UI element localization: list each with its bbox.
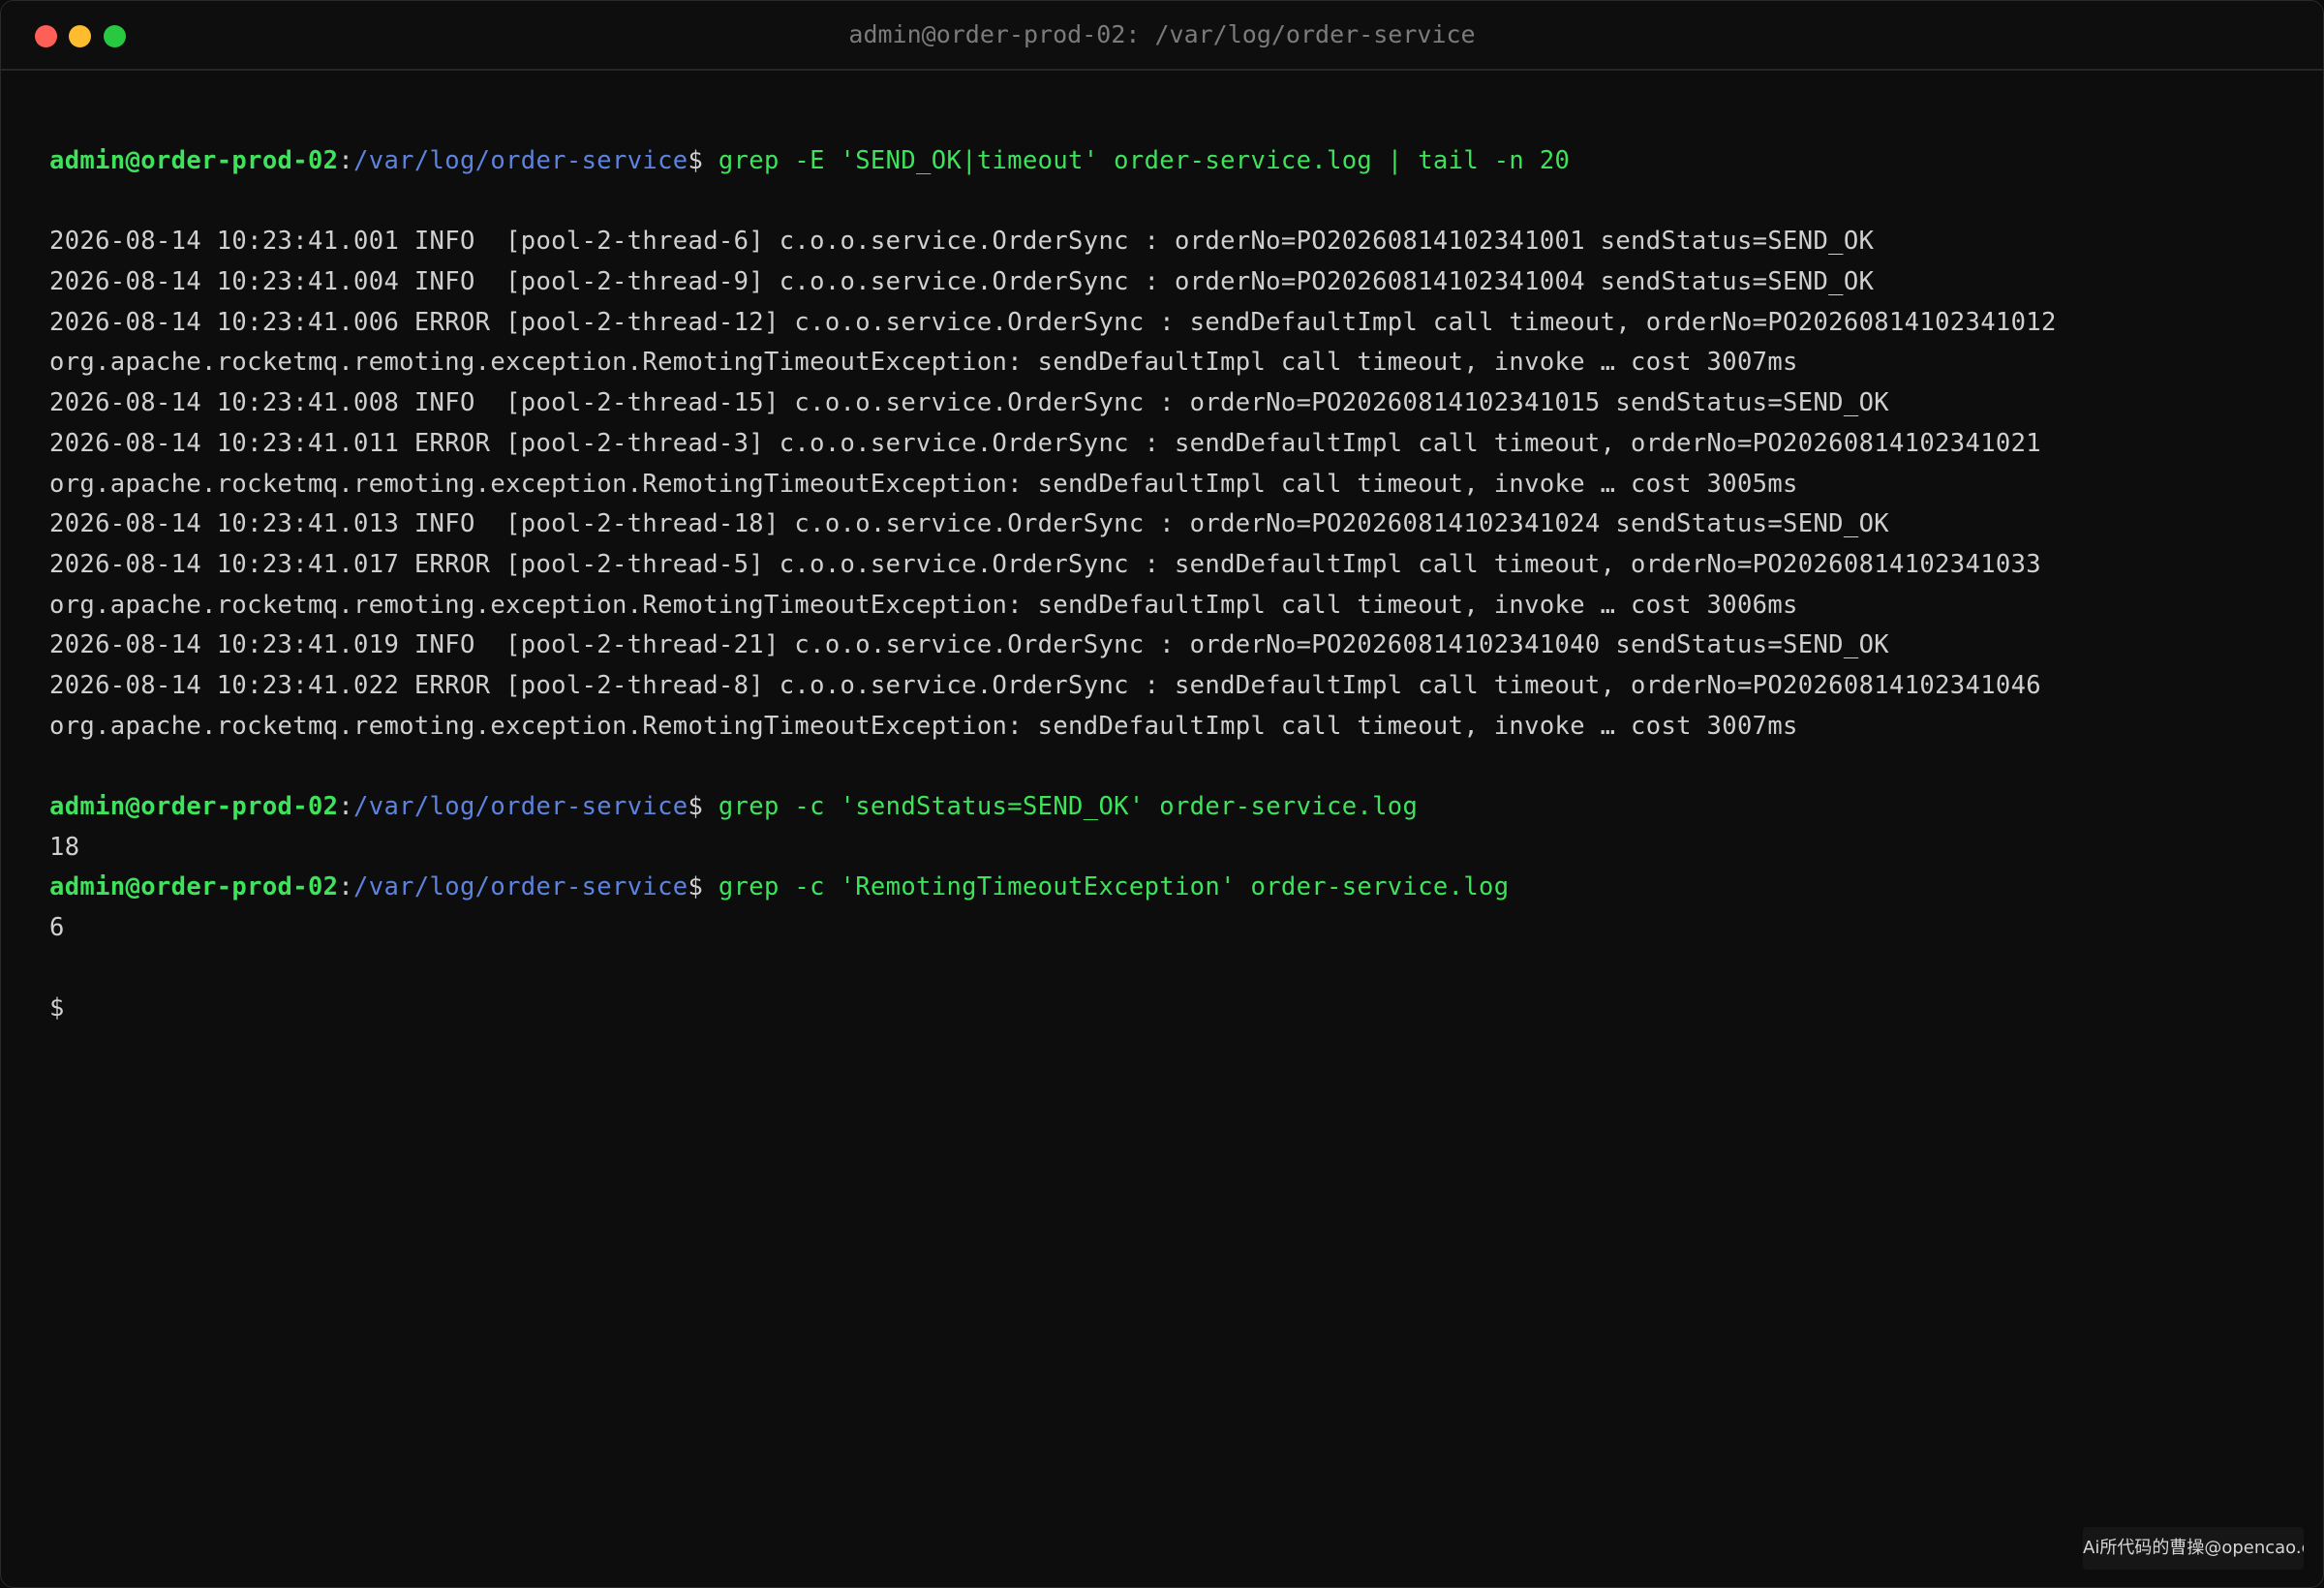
output-line: 2026-08-14 10:23:41.011 ERROR [pool-2-th… (49, 424, 2284, 465)
command-line: admin@order-prod-02:/var/log/order-servi… (49, 787, 2284, 828)
terminal-window: admin@order-prod-02: /var/log/order-serv… (0, 0, 2324, 1588)
prompt-user-host: admin@order-prod-02 (49, 792, 339, 821)
output-text: 2026-08-14 10:23:41.022 ERROR [pool-2-th… (49, 670, 2041, 700)
output-text: 2026-08-14 10:23:41.001 INFO [pool-2-thr… (49, 227, 1875, 257)
output-text: org.apache.rocketmq.remoting.exception.R… (49, 590, 1798, 620)
command-line: $ (49, 989, 2284, 1029)
output-text: 2026-08-14 10:23:41.006 ERROR [pool-2-th… (49, 307, 2057, 337)
output-line: org.apache.rocketmq.remoting.exception.R… (49, 707, 2284, 748)
prompt-separator: : (338, 792, 354, 821)
prompt-symbol: $ (688, 872, 704, 902)
output-line: org.apache.rocketmq.remoting.exception.R… (49, 586, 2284, 626)
output-text: 2026-08-14 10:23:41.019 INFO [pool-2-thr… (49, 630, 1889, 660)
output-line: 2026-08-14 10:23:41.004 INFO [pool-2-thr… (49, 262, 2284, 303)
window-title: admin@order-prod-02: /var/log/order-serv… (848, 20, 1476, 48)
prompt-user-host: admin@order-prod-02 (49, 146, 339, 175)
command-text: grep -E 'SEND_OK|timeout' order-service.… (703, 146, 1571, 175)
prompt-symbol: $ (688, 792, 704, 821)
output-line: 2026-08-14 10:23:41.006 ERROR [pool-2-th… (49, 303, 2284, 344)
output-line: 6 (49, 908, 2284, 949)
output-text: 6 (49, 913, 65, 943)
command-text: grep -c 'sendStatus=SEND_OK' order-servi… (703, 792, 1419, 821)
output-line: 2026-08-14 10:23:41.017 ERROR [pool-2-th… (49, 545, 2284, 586)
output-text: 2026-08-14 10:23:41.004 INFO [pool-2-thr… (49, 267, 1875, 297)
prompt-path: /var/log/order-service (353, 792, 688, 821)
output-text: org.apache.rocketmq.remoting.exception.R… (49, 711, 1798, 741)
output-line: 18 (49, 828, 2284, 869)
output-line: 2026-08-14 10:23:41.001 INFO [pool-2-thr… (49, 222, 2284, 262)
prompt-path: /var/log/order-service (353, 872, 688, 902)
output-text: 18 (49, 832, 80, 862)
output-text: org.apache.rocketmq.remoting.exception.R… (49, 348, 1798, 378)
command-line: admin@order-prod-02:/var/log/order-servi… (49, 868, 2284, 908)
watermark-badge: Ai所代码的曹操@opencao.cn (2083, 1527, 2304, 1570)
output-text: 2026-08-14 10:23:41.017 ERROR [pool-2-th… (49, 549, 2041, 579)
prompt-separator: : (338, 872, 354, 902)
output-text: 2026-08-14 10:23:41.008 INFO [pool-2-thr… (49, 388, 1889, 418)
prompt-symbol: $ (688, 146, 704, 175)
prompt-path: /var/log/order-service (353, 146, 688, 175)
output-text: 2026-08-14 10:23:41.013 INFO [pool-2-thr… (49, 509, 1889, 539)
title-bar[interactable]: admin@order-prod-02: /var/log/order-serv… (1, 1, 2323, 71)
output-text: org.apache.rocketmq.remoting.exception.R… (49, 469, 1798, 499)
output-line: 2026-08-14 10:23:41.022 ERROR [pool-2-th… (49, 666, 2284, 707)
output-line: org.apache.rocketmq.remoting.exception.R… (49, 465, 2284, 505)
final-prompt-symbol: $ (49, 993, 65, 1023)
output-text: 2026-08-14 10:23:41.011 ERROR [pool-2-th… (49, 428, 2041, 458)
prompt-user-host: admin@order-prod-02 (49, 872, 339, 902)
terminal-output-area[interactable]: admin@order-prod-02:/var/log/order-servi… (49, 141, 2284, 1029)
command-line: admin@order-prod-02:/var/log/order-servi… (49, 141, 2284, 182)
prompt-separator: : (338, 146, 354, 175)
output-line: 2026-08-14 10:23:41.019 INFO [pool-2-thr… (49, 626, 2284, 666)
output-line: 2026-08-14 10:23:41.008 INFO [pool-2-thr… (49, 383, 2284, 424)
output-line: org.apache.rocketmq.remoting.exception.R… (49, 343, 2284, 383)
output-line: 2026-08-14 10:23:41.013 INFO [pool-2-thr… (49, 504, 2284, 545)
command-text: grep -c 'RemotingTimeoutException' order… (703, 872, 1510, 902)
